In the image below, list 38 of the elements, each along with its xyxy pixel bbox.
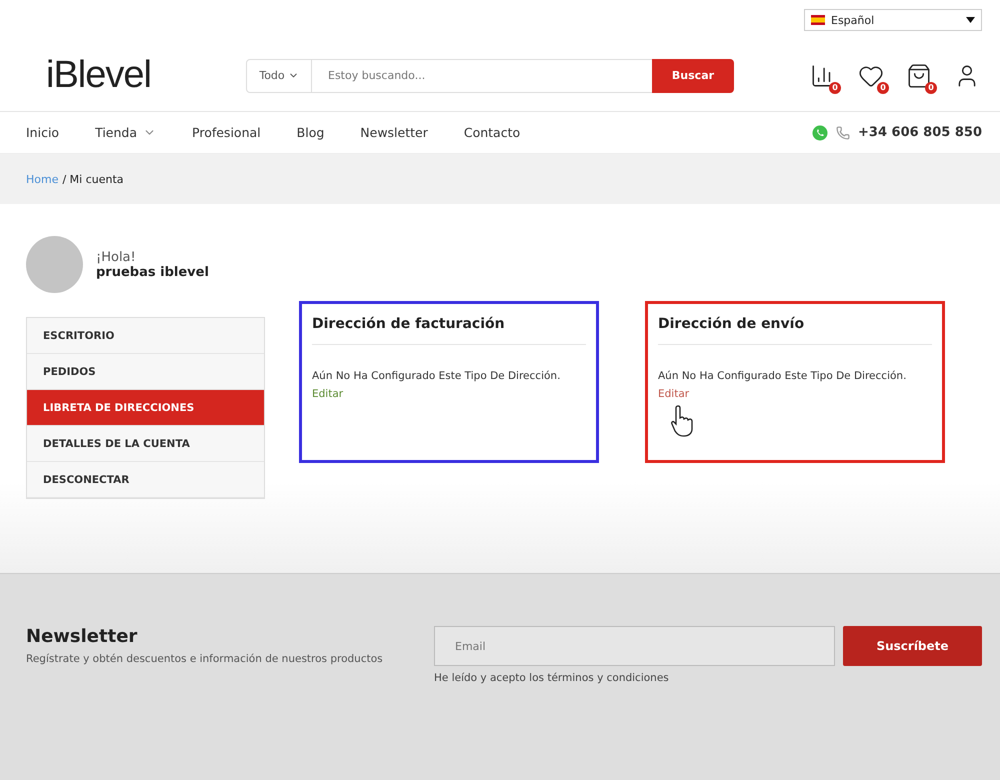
count-badge: 0: [877, 82, 889, 94]
nav-link[interactable]: Contacto: [464, 125, 520, 140]
edit-link[interactable]: Editar: [658, 388, 690, 400]
phone-icon: [836, 126, 850, 140]
count-badge: 0: [829, 82, 841, 94]
user-name: pruebas iblevel: [96, 264, 209, 280]
caret-icon: [966, 17, 975, 23]
newsletter-title: Newsletter: [26, 626, 138, 647]
card-text: Aún No Ha Configurado Este Tipo De Dirección.: [658, 370, 908, 382]
search-button[interactable]: Buscar: [652, 58, 734, 92]
account-menu-item[interactable]: DETALLES DE LA CUENTA: [27, 426, 264, 462]
breadcrumb-current: / Mi cuenta: [62, 172, 124, 186]
email-field[interactable]: Email: [434, 626, 835, 666]
category-select[interactable]: Todo: [246, 58, 312, 92]
phone-number[interactable]: +34 606 805 850: [858, 125, 982, 140]
nav-link[interactable]: Profesional: [192, 125, 261, 140]
newsletter-subtitle: Regístrate y obtén descuentos e información de nuestros productos: [26, 653, 384, 665]
nav-link[interactable]: Newsletter: [360, 125, 428, 140]
account-menu-item[interactable]: PEDIDOS: [27, 354, 264, 390]
card-title: Dirección de envío: [658, 316, 932, 345]
account-menu-item[interactable]: LIBRETA DE DIRECCIONES: [27, 390, 264, 426]
language-select[interactable]: Español: [804, 9, 982, 31]
bag-icon[interactable]: [906, 62, 932, 88]
nav-link[interactable]: Tienda: [95, 125, 156, 140]
terms-text: He leído y acepto los términos y condiciones: [434, 672, 670, 684]
count-badge: 0: [925, 82, 937, 94]
account-menu-item[interactable]: ESCRITORIO: [27, 318, 264, 354]
nav-link[interactable]: Blog: [296, 125, 324, 140]
card-title: Dirección de facturación: [312, 316, 586, 345]
search-field[interactable]: Estoy buscando...: [312, 58, 652, 92]
greeting: ¡Hola!: [96, 250, 137, 264]
account-menu-item[interactable]: DESCONECTAR: [27, 462, 264, 498]
nav-link[interactable]: Inicio: [26, 125, 60, 140]
card-text: Aún No Ha Configurado Este Tipo De Dirección.: [312, 370, 562, 382]
flag-icon: [811, 15, 825, 25]
subscribe-button[interactable]: Suscríbete: [843, 626, 982, 666]
logo[interactable]: iBlevel: [46, 54, 246, 97]
edit-link[interactable]: Editar: [312, 388, 344, 400]
